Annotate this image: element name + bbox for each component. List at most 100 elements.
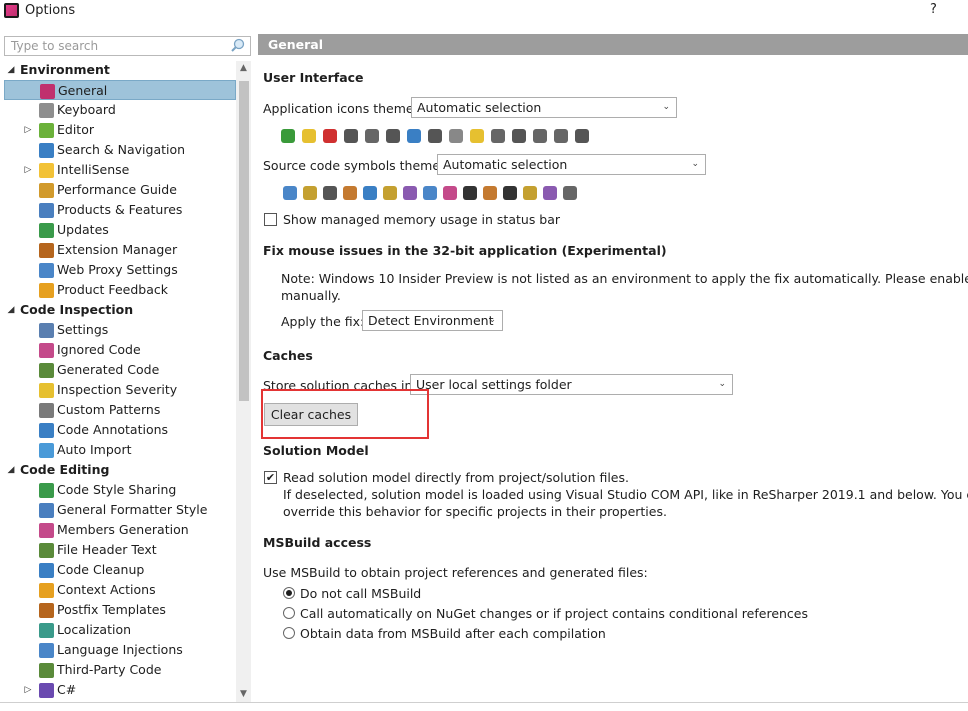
theme-preview-icon [554, 129, 568, 143]
search-icon[interactable] [230, 38, 246, 54]
tree-item[interactable]: Search & Navigation [4, 140, 236, 160]
scroll-up-icon[interactable]: ▲ [236, 61, 251, 76]
tree-item[interactable]: Generated Code [4, 360, 236, 380]
keyboard-icon [39, 103, 54, 118]
tree-category-label: Environment [20, 62, 110, 77]
tree-item[interactable]: Postfix Templates [4, 600, 236, 620]
collapse-arrow-icon[interactable]: ◢ [6, 460, 16, 480]
tree-item-label: Product Feedback [57, 282, 168, 297]
tree-item[interactable]: Keyboard [4, 100, 236, 120]
tree-item[interactable]: Third-Party Code [4, 660, 236, 680]
symbol-preview-icon [343, 186, 357, 200]
title-bar: Options ? [0, 0, 968, 24]
mouse-fix-heading: Fix mouse issues in the 32-bit applicati… [263, 243, 667, 258]
tree-item-label: Language Injections [57, 642, 183, 657]
chevron-down-icon: ⌄ [488, 315, 496, 325]
tree-category[interactable]: ◢ Code Editing [4, 460, 236, 480]
theme-preview-icon [512, 129, 526, 143]
tree-item[interactable]: Web Proxy Settings [4, 260, 236, 280]
tree-item[interactable]: Language Injections [4, 640, 236, 660]
theme-preview-icon [281, 129, 295, 143]
msbuild-option-label-0: Do not call MSBuild [300, 586, 422, 601]
chevron-down-icon: ⌄ [691, 159, 699, 169]
store-caches-select[interactable]: User local settings folder ⌄ [410, 374, 733, 395]
tree-item-label: Postfix Templates [57, 602, 166, 617]
rider-app-icon [4, 3, 19, 18]
tree-item[interactable]: Custom Patterns [4, 400, 236, 420]
tree-item[interactable]: ▷ Editor [4, 120, 236, 140]
tree-item-label: Editor [57, 122, 94, 137]
app-icons-theme-label: Application icons theme: [263, 101, 418, 116]
thirdparty-icon [39, 663, 54, 678]
general-settings: User Interface Application icons theme: … [258, 55, 968, 711]
read-solution-model-checkbox[interactable]: ✔ [264, 471, 277, 484]
guide-icon [39, 183, 54, 198]
msbuild-option-radio-1[interactable] [283, 607, 295, 619]
mouse-note-line1: Note: Windows 10 Insider Preview is not … [281, 271, 968, 286]
msbuild-option-label-2: Obtain data from MSBuild after each comp… [300, 626, 606, 641]
symbol-preview-icon [403, 186, 417, 200]
scroll-down-icon[interactable]: ▼ [236, 687, 251, 702]
symbol-preview-icon [443, 186, 457, 200]
tree-item[interactable]: Ignored Code [4, 340, 236, 360]
managed-memory-label: Show managed memory usage in status bar [283, 212, 561, 227]
tree-category[interactable]: ◢ Code Inspection [4, 300, 236, 320]
tree-item-label: Updates [57, 222, 109, 237]
expand-arrow-icon[interactable]: ▷ [23, 680, 33, 700]
tree-item[interactable]: File Header Text [4, 540, 236, 560]
grid-icon [39, 203, 54, 218]
tree-item-label: Web Proxy Settings [57, 262, 178, 277]
tree-item[interactable]: Context Actions [4, 580, 236, 600]
apply-fix-select[interactable]: Detect Environment ⌄ [362, 310, 503, 331]
tree-item-label: Generated Code [57, 362, 160, 377]
msbuild-option-label-1: Call automatically on NuGet changes or i… [300, 606, 809, 621]
apply-fix-label: Apply the fix: [281, 314, 365, 329]
tree-item-label: Inspection Severity [57, 382, 178, 397]
expand-arrow-icon[interactable]: ▷ [23, 120, 33, 140]
solution-model-heading: Solution Model [263, 443, 369, 458]
tree-item[interactable]: Code Annotations [4, 420, 236, 440]
rider-icon [40, 84, 55, 99]
theme-preview-icon [365, 129, 379, 143]
tree-item[interactable]: Localization [4, 620, 236, 640]
source-symbols-theme-select[interactable]: Automatic selection ⌄ [437, 154, 706, 175]
tree-scrollbar[interactable]: ▲ ▼ [236, 61, 251, 702]
pencil-icon [39, 123, 54, 138]
tree-item[interactable]: ▷ C# [4, 680, 236, 700]
tree-item-label: Extension Manager [57, 242, 178, 257]
tree-item[interactable]: Extension Manager [4, 240, 236, 260]
search-input[interactable]: Type to search [4, 36, 251, 56]
tree-item[interactable]: Auto Import [4, 440, 236, 460]
funnel-icon [39, 443, 54, 458]
solution-model-desc-line2: override this behavior for specific proj… [283, 504, 667, 519]
tree-item[interactable]: General Formatter Style [4, 500, 236, 520]
app-icons-theme-select[interactable]: Automatic selection ⌄ [411, 97, 677, 118]
managed-memory-checkbox[interactable] [264, 213, 277, 226]
tree-item[interactable]: Settings [4, 320, 236, 340]
tree-item[interactable]: ▷ IntelliSense [4, 160, 236, 180]
caches-heading: Caches [263, 348, 313, 363]
tree-item[interactable]: Members Generation [4, 520, 236, 540]
tree-item[interactable]: Inspection Severity [4, 380, 236, 400]
tree-category[interactable]: ◢ Environment [4, 60, 236, 80]
help-button[interactable]: ? [930, 2, 937, 17]
search-placeholder: Type to search [11, 39, 99, 53]
tree-item[interactable]: Products & Features [4, 200, 236, 220]
update-icon [39, 223, 54, 238]
tree-item[interactable]: Code Style Sharing [4, 480, 236, 500]
theme-preview-icon [386, 129, 400, 143]
msbuild-option-radio-2[interactable] [283, 627, 295, 639]
injection-icon [39, 643, 54, 658]
collapse-arrow-icon[interactable]: ◢ [6, 300, 16, 320]
tree-item[interactable]: Code Cleanup [4, 560, 236, 580]
tree-item[interactable]: Product Feedback [4, 280, 236, 300]
tree-item[interactable]: Updates [4, 220, 236, 240]
tree-item[interactable]: Performance Guide [4, 180, 236, 200]
members-icon [39, 523, 54, 538]
msbuild-option-radio-0[interactable] [283, 587, 295, 599]
collapse-arrow-icon[interactable]: ◢ [6, 60, 16, 80]
expand-arrow-icon[interactable]: ▷ [23, 160, 33, 180]
scroll-thumb[interactable] [239, 81, 249, 401]
context-icon [39, 583, 54, 598]
tree-item[interactable]: General [4, 80, 236, 100]
